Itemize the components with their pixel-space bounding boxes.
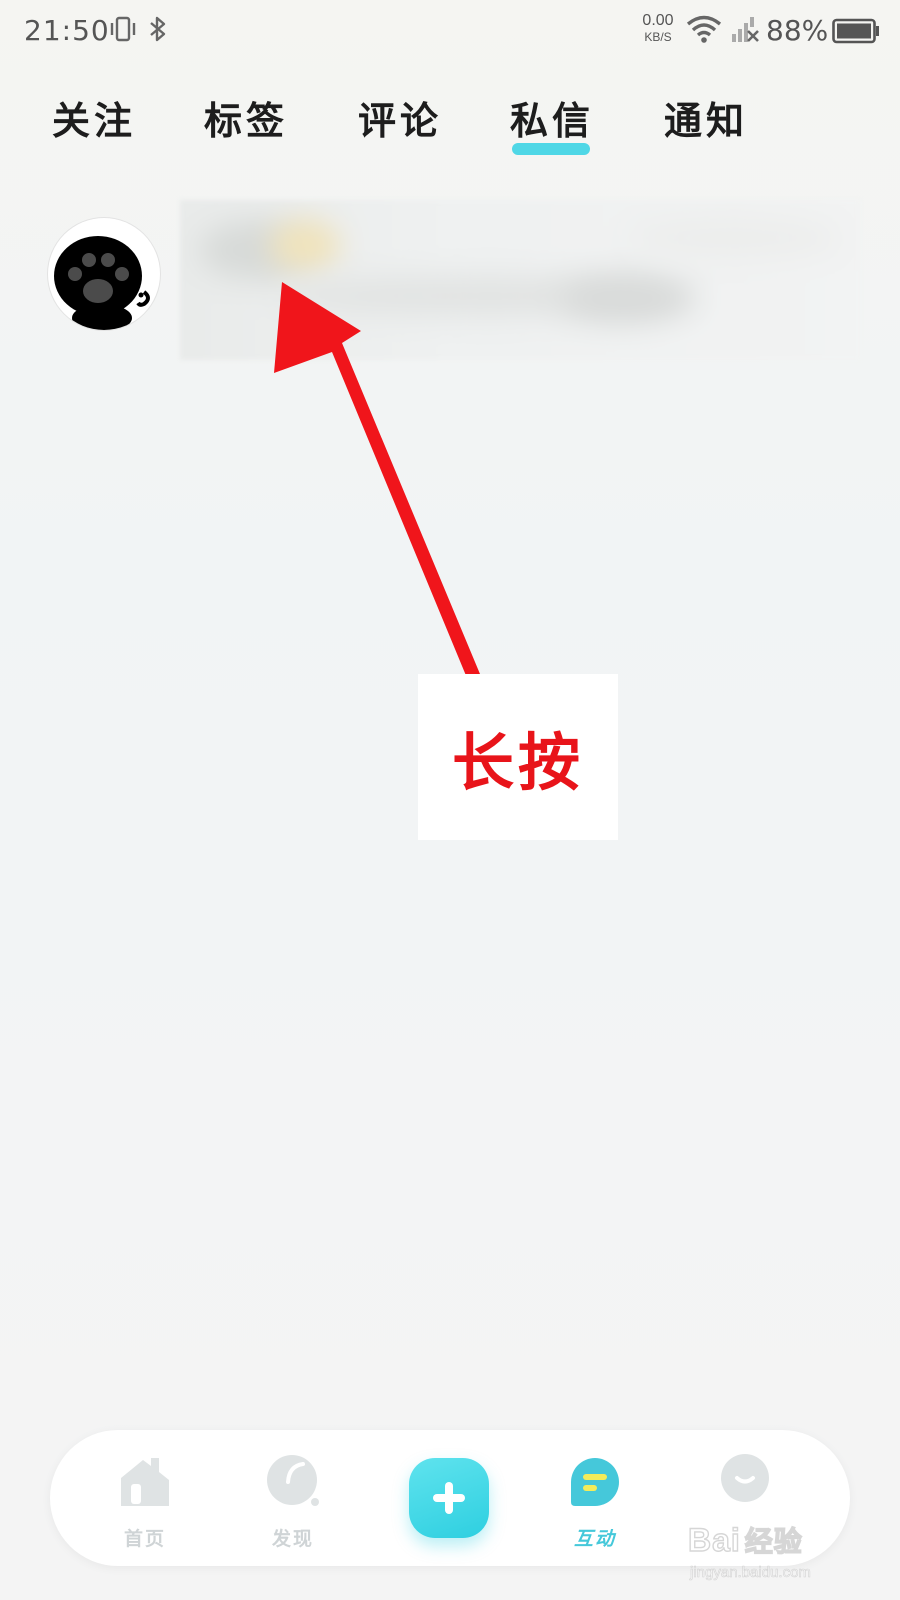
nav-discover[interactable]: 发现 bbox=[248, 1454, 338, 1554]
watermark-url: jingyan.baidu.com bbox=[690, 1564, 812, 1582]
tab-label: 评论 bbox=[358, 98, 443, 143]
watermark-logo-text: Bai bbox=[687, 1521, 741, 1558]
tab-notifications[interactable]: 通知 bbox=[664, 90, 748, 145]
tab-tags[interactable]: 标签 bbox=[204, 90, 288, 145]
nav-home[interactable]: 首页 bbox=[100, 1454, 190, 1554]
annotation-label-box: 长按 bbox=[418, 674, 618, 840]
add-post-button[interactable] bbox=[409, 1458, 489, 1538]
battery-percentage: 88% bbox=[766, 14, 829, 47]
message-list-item[interactable] bbox=[40, 200, 870, 360]
paw-icon bbox=[54, 236, 150, 330]
active-tab-indicator bbox=[512, 143, 591, 155]
interaction-icon bbox=[550, 1454, 640, 1514]
network-speed-unit: KB/S bbox=[644, 30, 672, 44]
avatar[interactable] bbox=[48, 218, 160, 330]
watermark-logo-cn: 经验 bbox=[744, 1524, 803, 1558]
status-time: 21:50 bbox=[24, 14, 110, 47]
discover-icon bbox=[248, 1454, 338, 1514]
home-icon bbox=[100, 1454, 190, 1514]
blurred-message-preview bbox=[180, 200, 860, 360]
battery-icon bbox=[832, 18, 880, 48]
signal-icon bbox=[730, 14, 762, 48]
profile-icon bbox=[700, 1454, 790, 1514]
tab-bar: 关注 标签 评论 私信 通知 bbox=[0, 80, 900, 160]
tab-comments[interactable]: 评论 bbox=[358, 90, 442, 145]
wifi-icon bbox=[686, 14, 722, 48]
annotation-label: 长按 bbox=[451, 726, 584, 799]
vibrate-icon bbox=[108, 14, 138, 48]
plus-icon bbox=[433, 1482, 465, 1514]
status-bar: 21:50 0.00 KB/S 88% bbox=[0, 0, 900, 62]
tab-label: 标签 bbox=[204, 98, 289, 143]
tab-label: 关注 bbox=[52, 98, 137, 143]
bluetooth-icon bbox=[146, 14, 170, 48]
watermark: Bai 经验 jingyan.baidu.com bbox=[687, 1520, 888, 1590]
nav-label: 互动 bbox=[573, 1528, 616, 1550]
nav-label: 首页 bbox=[123, 1528, 166, 1550]
watermark-logo: Bai 经验 bbox=[687, 1520, 803, 1560]
tab-label: 通知 bbox=[664, 98, 749, 143]
tab-private-messages[interactable]: 私信 bbox=[510, 90, 595, 155]
nav-interaction[interactable]: 互动 bbox=[550, 1454, 640, 1554]
tab-label: 私信 bbox=[510, 98, 595, 143]
tab-follow[interactable]: 关注 bbox=[52, 90, 136, 145]
network-speed-value: 0.00 bbox=[642, 12, 674, 29]
network-speed: 0.00 KB/S bbox=[636, 12, 680, 46]
nav-label: 发现 bbox=[271, 1528, 314, 1550]
